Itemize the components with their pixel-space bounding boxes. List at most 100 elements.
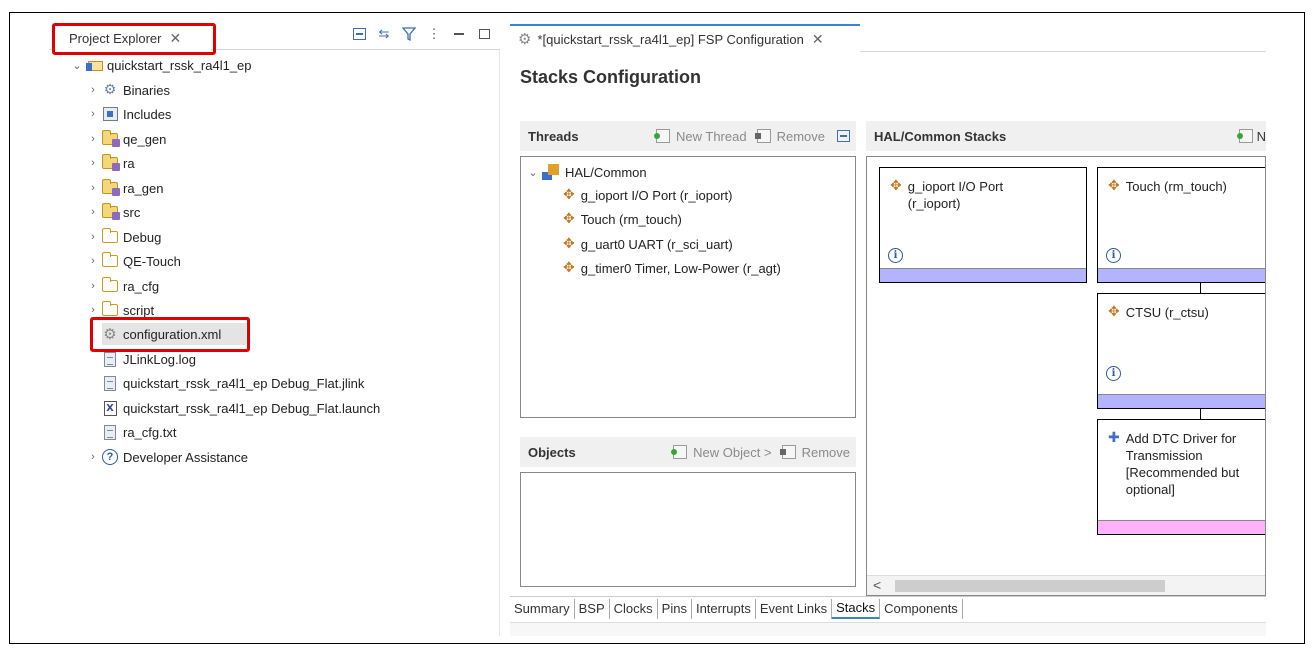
tree-item-binaries[interactable]: › ⚙ Binaries <box>87 79 170 101</box>
chevron-right-icon[interactable]: › <box>87 157 99 169</box>
chevron-right-icon[interactable]: › <box>87 108 99 120</box>
card-title: ✥ Touch (rm_touch) <box>1108 178 1227 195</box>
thread-item-touch[interactable]: ✥ Touch (rm_touch) <box>563 208 682 230</box>
close-icon[interactable]: ✕ <box>812 31 824 48</box>
thread-item-label: Touch (rm_touch) <box>580 211 682 227</box>
chevron-down-icon[interactable]: ⌄ <box>71 59 83 72</box>
close-icon[interactable]: ✕ <box>169 30 181 47</box>
horizontal-scrollbar[interactable]: < <box>867 575 1265 595</box>
chevron-right-icon[interactable]: › <box>87 451 99 463</box>
tab-event-links[interactable]: Event Links <box>756 598 833 619</box>
view-menu-icon[interactable]: ⋮ <box>426 26 442 42</box>
chevron-right-icon[interactable]: › <box>87 255 99 267</box>
tab-bsp[interactable]: BSP <box>575 598 610 619</box>
maximize-icon[interactable] <box>476 26 492 42</box>
card-status-bar <box>1098 268 1265 282</box>
collapse-icon[interactable] <box>837 130 850 142</box>
tree-item-label: qe_gen <box>123 131 167 147</box>
minimize-icon[interactable] <box>451 26 467 42</box>
tree-item-jlink[interactable]: quickstart_rssk_ra4l1_ep Debug_Flat.jlin… <box>102 372 364 394</box>
new-stack-button[interactable]: N <box>1236 121 1266 151</box>
objects-header: Objects New Object > Remove <box>520 437 856 467</box>
tree-item-project[interactable]: ⌄ quickstart_rssk_ra4l1_ep <box>71 54 252 76</box>
tree-item-label: script <box>123 302 155 318</box>
stack-connector <box>1200 283 1201 293</box>
collapse-all-icon[interactable] <box>351 26 367 42</box>
info-icon[interactable]: i <box>888 248 903 263</box>
module-icon: ✥ <box>563 260 575 276</box>
tree-item-ra-gen[interactable]: › ra_gen <box>87 177 163 199</box>
hal-stacks-heading: HAL/Common Stacks <box>874 128 1007 144</box>
tree-item-ra-cfg-txt[interactable]: ra_cfg.txt <box>102 421 176 443</box>
tree-item-configuration-xml[interactable]: ⚙ configuration.xml <box>102 323 246 345</box>
thread-item-timer[interactable]: ✥ g_timer0 Timer, Low-Power (r_agt) <box>563 257 781 279</box>
stack-card-add-dtc-driver[interactable]: ✚ Add DTC Driver for Transmission [Recomme… <box>1097 419 1265 535</box>
chevron-right-icon[interactable]: › <box>87 304 99 316</box>
new-thread-icon <box>654 129 670 143</box>
stack-card-ctsu[interactable]: ✥ CTSU (r_ctsu) i <box>1097 293 1265 409</box>
module-icon: ✥ <box>563 236 575 252</box>
card-title-line: Touch (rm_touch) <box>1125 179 1227 194</box>
editor-bottom-strip <box>510 622 1266 636</box>
scroll-left-icon[interactable]: < <box>873 577 881 593</box>
tree-item-script[interactable]: › script <box>87 299 154 321</box>
chevron-right-icon[interactable]: › <box>87 280 99 292</box>
thread-item-hal-common[interactable]: ⌄ HAL/Common <box>527 161 647 183</box>
tab-interrupts[interactable]: Interrupts <box>692 598 756 619</box>
stack-card-touch[interactable]: ✥ Touch (rm_touch) i <box>1097 167 1265 283</box>
tab-pins[interactable]: Pins <box>658 598 692 619</box>
tree-item-jlinklog[interactable]: JLinkLog.log <box>102 348 196 370</box>
chevron-right-icon[interactable]: › <box>87 182 99 194</box>
thread-item-ioport[interactable]: ✥ g_ioport I/O Port (r_ioport) <box>563 184 732 206</box>
tree-item-qe-gen[interactable]: › qe_gen <box>87 128 166 150</box>
tree-item-label: quickstart_rssk_ra4l1_ep <box>107 57 252 73</box>
module-icon: ✥ <box>563 187 575 203</box>
info-icon[interactable]: i <box>1106 248 1121 263</box>
source-folder-icon <box>101 130 120 147</box>
scrollbar-thumb[interactable] <box>895 580 1165 592</box>
link-with-editor-icon[interactable]: ⇆ <box>376 26 392 42</box>
project-explorer-panel: Project Explorer ✕ ⇆ ⋮ ⌄ quickstart_rssk… <box>49 22 500 636</box>
tab-summary[interactable]: Summary <box>510 598 575 619</box>
filter-icon[interactable] <box>401 26 417 42</box>
module-icon: ✥ <box>563 211 575 227</box>
stack-connector <box>1200 409 1201 419</box>
chevron-right-icon[interactable]: › <box>87 206 99 218</box>
tree-item-launch[interactable]: X quickstart_rssk_ra4l1_ep Debug_Flat.la… <box>102 397 380 419</box>
tree-item-label: Binaries <box>123 82 170 98</box>
editor-tab-fsp-configuration[interactable]: ⚙ *[quickstart_rssk_ra4l1_ep] FSP Config… <box>510 24 860 52</box>
tree-item-ra[interactable]: › ra <box>87 152 135 174</box>
info-icon[interactable]: i <box>1106 366 1121 381</box>
remove-thread-button[interactable]: Remove <box>777 129 825 144</box>
tab-clocks[interactable]: Clocks <box>610 598 658 619</box>
module-icon: ✥ <box>890 178 902 194</box>
chevron-down-icon[interactable]: ⌄ <box>527 166 539 179</box>
chevron-right-icon[interactable]: › <box>87 133 99 145</box>
hal-stacks-header: HAL/Common Stacks N <box>866 121 1266 151</box>
tab-stacks[interactable]: Stacks <box>832 598 881 619</box>
thread-item-uart[interactable]: ✥ g_uart0 UART (r_sci_uart) <box>563 233 733 255</box>
tree-item-src[interactable]: › src <box>87 201 140 223</box>
tree-item-label: quickstart_rssk_ra4l1_ep Debug_Flat.jlin… <box>123 375 365 391</box>
new-object-button[interactable]: New Object > <box>693 445 771 460</box>
chevron-right-icon[interactable]: › <box>87 231 99 243</box>
new-thread-button[interactable]: New Thread <box>676 129 747 144</box>
stack-card-ioport[interactable]: ✥ g_ioport I/O Port (r_ioport) i <box>879 167 1087 283</box>
tree-item-debug[interactable]: › Debug <box>87 226 161 248</box>
chevron-right-icon[interactable]: › <box>87 84 99 96</box>
tree-item-ra-cfg[interactable]: › ra_cfg <box>87 275 159 297</box>
tree-item-includes[interactable]: › Includes <box>87 103 171 125</box>
tree-item-developer-assistance[interactable]: › ? Developer Assistance <box>87 446 248 468</box>
module-icon: ✥ <box>1108 178 1120 194</box>
source-folder-icon <box>101 203 120 220</box>
card-title: ✥ g_ioport I/O Port (r_ioport) <box>890 178 1003 212</box>
tab-components[interactable]: Components <box>880 598 963 619</box>
project-explorer-tab[interactable]: Project Explorer ✕ <box>55 24 211 50</box>
thread-item-label: g_uart0 UART (r_sci_uart) <box>580 236 733 252</box>
card-status-bar <box>1098 520 1265 534</box>
tree-item-qe-touch[interactable]: › QE-Touch <box>87 250 181 272</box>
tree-item-label: Developer Assistance <box>123 449 249 465</box>
tree-item-label: ra_gen <box>123 180 164 196</box>
remove-object-button[interactable]: Remove <box>802 445 850 460</box>
editor-tabbar: ⚙ *[quickstart_rssk_ra4l1_ep] FSP Config… <box>510 22 1266 52</box>
